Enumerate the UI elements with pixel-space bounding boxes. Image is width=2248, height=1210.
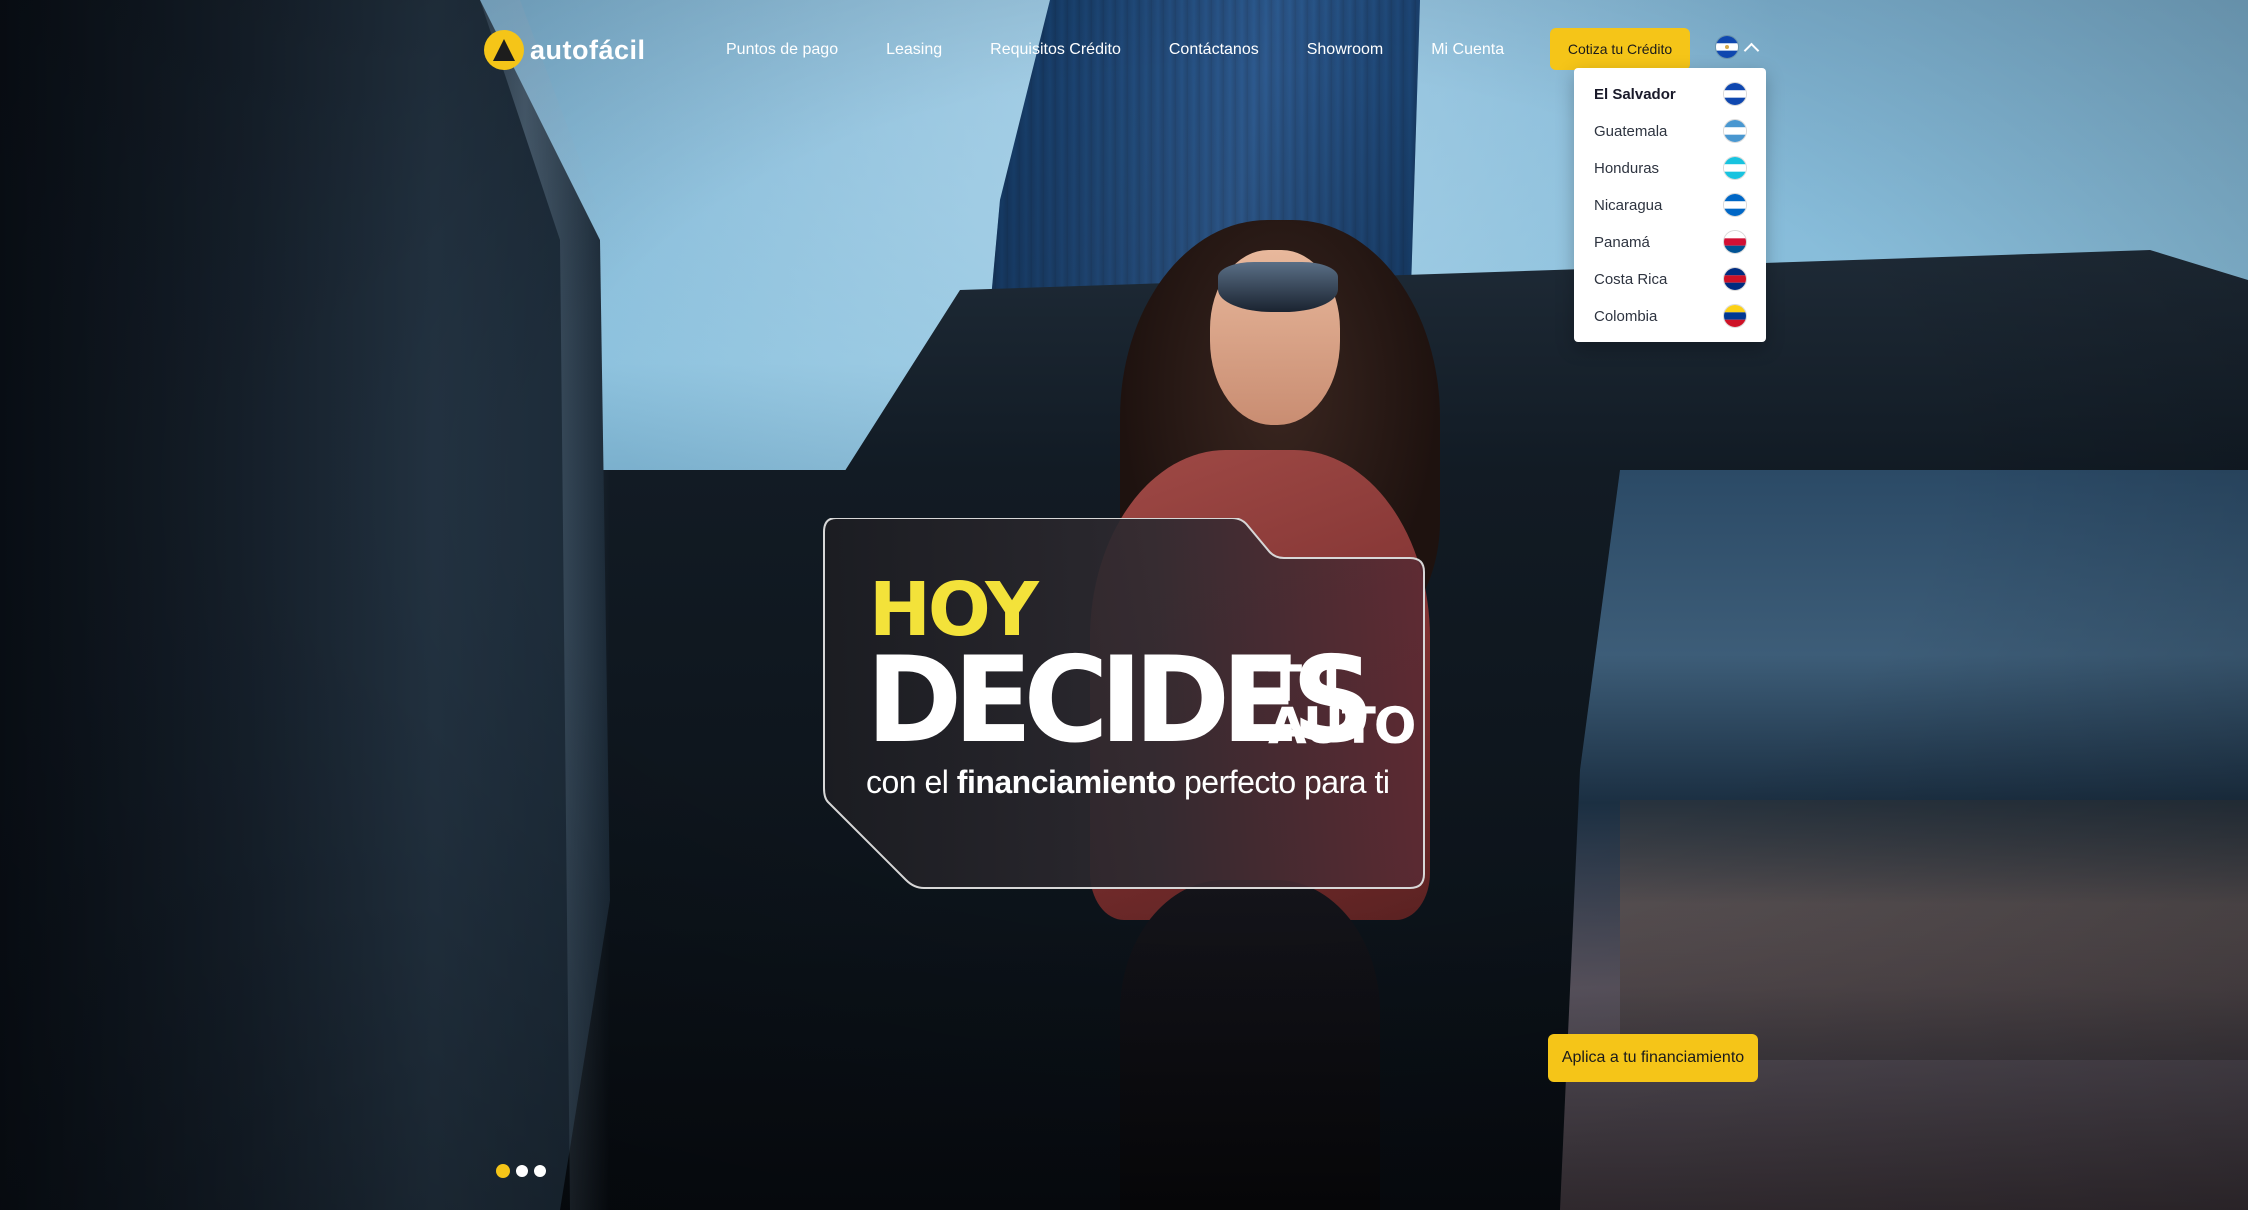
logo-mark-icon (484, 30, 524, 70)
country-option-label: Honduras (1594, 159, 1660, 177)
headline-auto: AUTO (1268, 697, 1416, 755)
honduras-flag-icon (1724, 157, 1746, 179)
country-option-label: El Salvador (1594, 85, 1676, 103)
nicaragua-flag-icon (1724, 194, 1746, 216)
country-selector-toggle[interactable] (1716, 36, 1760, 58)
country-option[interactable]: Colombia (1574, 298, 1766, 334)
chevron-up-icon (1743, 42, 1760, 58)
country-option-label: Nicaragua (1594, 196, 1663, 214)
country-option-label: Colombia (1594, 307, 1658, 325)
nav-mi-cuenta[interactable]: Mi Cuenta (1431, 38, 1504, 62)
country-option[interactable]: El Salvador (1574, 76, 1766, 112)
country-option-label: Panamá (1594, 233, 1650, 251)
guatemala-flag-icon (1724, 120, 1746, 142)
costa-rica-flag-icon (1724, 268, 1746, 290)
main-nav: Puntos de pago Leasing Requisitos Crédit… (726, 38, 1552, 62)
panama-flag-icon (1724, 231, 1746, 253)
country-option[interactable]: Nicaragua (1574, 187, 1766, 223)
aplica-financiamiento-button[interactable]: Aplica a tu financiamiento (1548, 1034, 1758, 1082)
nav-showroom[interactable]: Showroom (1307, 38, 1383, 62)
nav-leasing[interactable]: Leasing (886, 38, 942, 62)
subtitle-bold: financiamiento (956, 764, 1176, 800)
subtitle-pre: con el (866, 764, 957, 800)
carousel-dot[interactable] (496, 1164, 510, 1178)
el-salvador-flag-icon (1716, 36, 1738, 58)
country-option-label: Costa Rica (1594, 270, 1668, 288)
country-option[interactable]: Guatemala (1574, 113, 1766, 149)
el-salvador-flag-icon (1724, 83, 1746, 105)
nav-requisitos-credito[interactable]: Requisitos Crédito (990, 38, 1121, 62)
nav-puntos-de-pago[interactable]: Puntos de pago (726, 38, 838, 62)
brand-logo[interactable]: autofácil (484, 28, 646, 72)
country-option[interactable]: Honduras (1574, 150, 1766, 186)
colombia-flag-icon (1724, 305, 1746, 327)
carousel-pager (496, 1164, 546, 1178)
country-option[interactable]: Panamá (1574, 224, 1766, 260)
carousel-dot[interactable] (516, 1165, 528, 1177)
headline-subtitle: con el financiamiento perfecto para ti (866, 762, 1390, 802)
country-option-label: Guatemala (1594, 122, 1668, 140)
country-option[interactable]: Costa Rica (1574, 261, 1766, 297)
logo-text: autofácil (530, 34, 646, 65)
nav-contactanos[interactable]: Contáctanos (1169, 38, 1259, 62)
country-dropdown: El Salvador Guatemala Honduras Nicaragua Pan… (1574, 68, 1766, 342)
subtitle-post: perfecto para ti (1175, 764, 1390, 800)
carousel-dot[interactable] (534, 1165, 546, 1177)
cotiza-credito-button[interactable]: Cotiza tu Crédito (1550, 28, 1690, 70)
